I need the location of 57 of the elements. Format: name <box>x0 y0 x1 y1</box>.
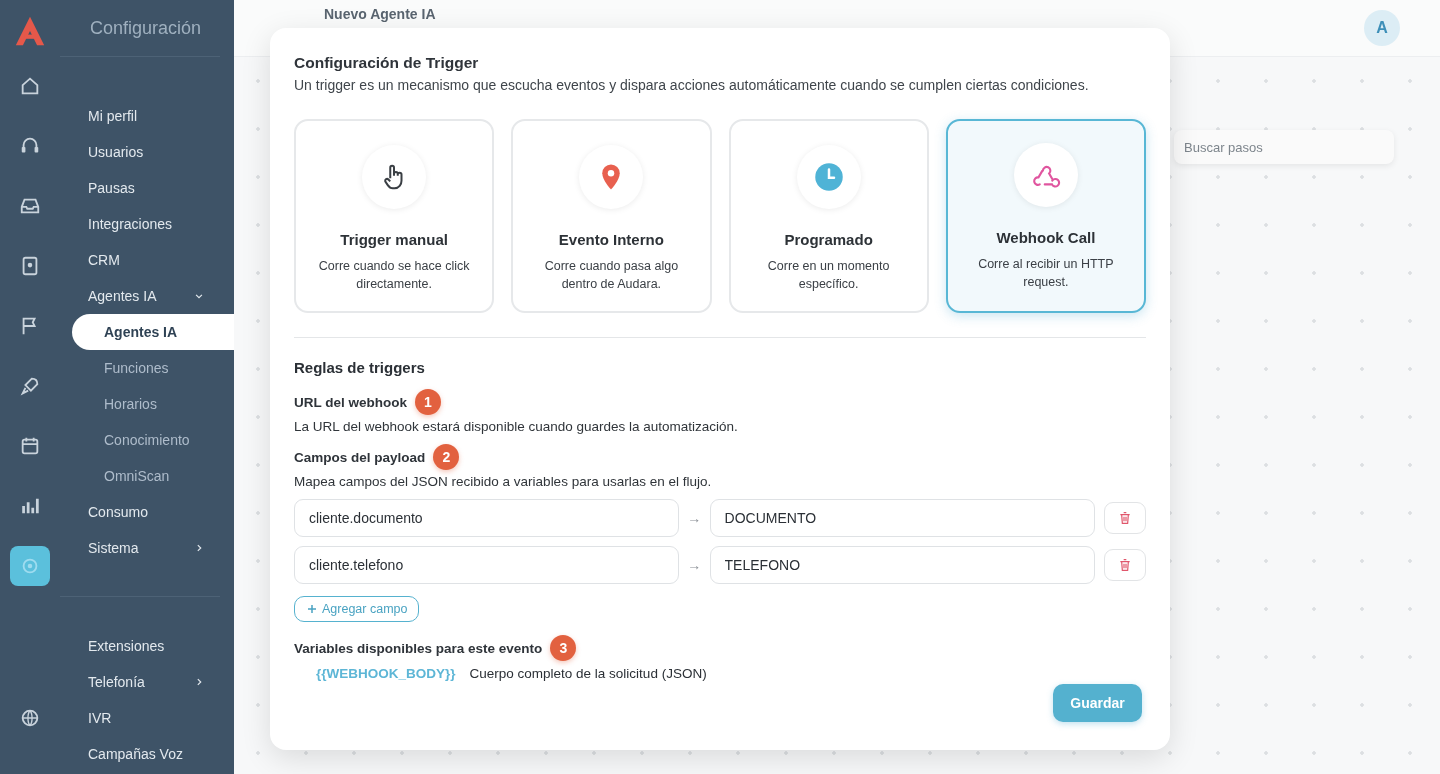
dialog-description: Un trigger es un mecanismo que escucha eventos y dispara acciones automáticamente cuando se cumplen ciertas condiciones. <box>294 77 1090 93</box>
dialog-title: Configuración de Trigger <box>294 54 480 72</box>
trigger-option-card[interactable]: Programado Corre en un momento específico. <box>728 119 929 313</box>
nav-item[interactable]: Consumo <box>60 494 234 530</box>
field-label: Campos del payload <box>294 449 426 465</box>
payload-path-field[interactable]: cliente.documento <box>294 499 679 537</box>
nav-item[interactable]: Pausas <box>60 170 234 206</box>
nav-subitem[interactable]: Agentes IA <box>72 314 234 350</box>
rail-settings-button[interactable] <box>10 546 50 586</box>
search-field[interactable]: Buscar pasos <box>1174 130 1394 164</box>
nav-item[interactable]: CRM <box>60 242 234 278</box>
variable-token: {{WEBHOOK_BODY}} <box>316 666 456 681</box>
nav-item[interactable]: Sistema <box>60 530 234 566</box>
nav-item[interactable]: Integraciones <box>60 206 234 242</box>
page-title: Nuevo Agente IA <box>324 6 436 22</box>
clock-icon <box>813 162 844 192</box>
nav-item[interactable]: Extensiones <box>60 628 234 664</box>
trigger-option-description: Corre en un momento específico. <box>766 258 891 293</box>
plus-icon <box>306 603 318 615</box>
nav-subitem[interactable]: Conocimiento <box>60 422 234 458</box>
payload-path-field[interactable]: cliente.telefono <box>294 546 679 584</box>
trigger-option-description: Corre al recibir un HTTP request. <box>977 256 1115 291</box>
nav-item[interactable]: Usuarios <box>60 134 234 170</box>
help-text: La URL del webhook estará disponible cuando guardes la automatización. <box>294 419 739 434</box>
trigger-option-title: Programado <box>784 231 873 248</box>
globe-icon <box>19 707 41 729</box>
variable-name-field[interactable]: TELEFONO <box>709 546 1095 584</box>
sidebar-title: Configuración <box>60 0 220 57</box>
mapping-arrow: → <box>686 510 703 526</box>
field-label: Variables disponibles para este evento <box>294 640 543 656</box>
calendar-icon <box>19 435 41 457</box>
trigger-option-description: Corre cuando se hace click directamente. <box>317 258 471 293</box>
nav-subitem[interactable]: OmniScan <box>60 458 234 494</box>
help-text: Mapea campos del JSON recibido a variables para usarlas en el flujo. <box>294 474 713 489</box>
nav-subitem[interactable]: Funciones <box>60 350 234 386</box>
trigger-option-title: Evento Interno <box>558 231 664 248</box>
variable-description: Cuerpo completo de la solicitud (JSON) <box>469 666 707 681</box>
variable-name-field[interactable]: DOCUMENTO <box>709 499 1095 537</box>
nav-item[interactable]: Mi perfil <box>60 98 234 134</box>
nav-item[interactable]: IVR <box>60 700 234 736</box>
mapping-arrow: → <box>686 557 703 573</box>
trigger-option-description: Corre cuando pasa algo dentro de Audara. <box>543 258 680 293</box>
step-number-badge: 1 <box>415 389 441 415</box>
nav-item[interactable]: Campañas Voz <box>60 736 234 772</box>
trigger-option-card[interactable]: Evento Interno Corre cuando pasa algo dentro de Audara. <box>511 119 712 313</box>
nav-item[interactable]: Telefonía <box>60 664 234 700</box>
trigger-option-title: Webhook Call <box>996 229 1096 246</box>
step-number-badge: 2 <box>433 444 460 470</box>
trigger-option-card[interactable]: Trigger manual Corre cuando se hace click directamente. <box>294 119 495 313</box>
trigger-option-title: Trigger manual <box>340 231 448 248</box>
section-title: Reglas de triggers <box>294 359 426 376</box>
nav-subitem[interactable]: Horarios <box>60 386 234 422</box>
trigger-option-card[interactable]: Webhook Call Corre al recibir un HTTP request. <box>945 119 1146 313</box>
nav-item[interactable]: Agentes IA <box>60 278 234 314</box>
step-number-badge: 3 <box>550 635 577 661</box>
field-label: URL del webhook <box>294 394 407 410</box>
home-icon <box>19 75 41 97</box>
